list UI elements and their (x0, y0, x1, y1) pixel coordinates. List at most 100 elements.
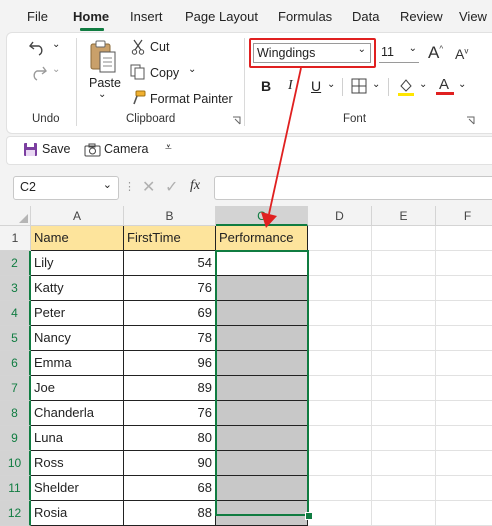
grid-cell[interactable] (372, 301, 436, 326)
redo-icon[interactable] (28, 63, 48, 81)
row-header[interactable]: 10 (0, 451, 31, 476)
cell-performance[interactable] (216, 476, 308, 501)
decrease-font-size-icon[interactable]: Av (455, 46, 468, 62)
grid-cell[interactable] (372, 501, 436, 526)
grid-cell[interactable] (308, 226, 372, 251)
cell-name[interactable]: Lily (31, 251, 124, 276)
row-header[interactable]: 8 (0, 401, 31, 426)
cell-firsttime[interactable]: 80 (124, 426, 216, 451)
camera-button[interactable]: Camera (104, 142, 148, 156)
grid-cell[interactable] (372, 351, 436, 376)
grid-cell[interactable] (308, 401, 372, 426)
undo-icon[interactable] (28, 38, 48, 56)
cell-firsttime[interactable]: 68 (124, 476, 216, 501)
underline-dropdown-icon[interactable]: ⌄ (327, 79, 335, 90)
grid-cell[interactable] (308, 251, 372, 276)
cell-performance[interactable] (216, 276, 308, 301)
name-box[interactable]: C2 ⌄ (13, 176, 119, 200)
tab-insert[interactable]: Insert (130, 9, 163, 24)
tab-formulas[interactable]: Formulas (278, 9, 332, 24)
grid-cell[interactable] (436, 276, 492, 301)
tab-data[interactable]: Data (352, 9, 379, 24)
cell-name[interactable]: Chanderla (31, 401, 124, 426)
cell-name[interactable]: Ross (31, 451, 124, 476)
cell-performance[interactable] (216, 251, 308, 276)
chevron-down-icon[interactable]: ⌄ (103, 178, 112, 191)
row-header[interactable]: 4 (0, 301, 31, 326)
cell-name[interactable]: Shelder (31, 476, 124, 501)
grid-cell[interactable] (308, 326, 372, 351)
grid-cell[interactable] (372, 401, 436, 426)
borders-icon[interactable] (351, 78, 367, 94)
enter-icon[interactable]: ✓ (165, 177, 178, 197)
cell-firsttime[interactable]: 78 (124, 326, 216, 351)
grid-cell[interactable] (308, 376, 372, 401)
save-button[interactable]: Save (42, 142, 71, 156)
column-header-e[interactable]: E (372, 206, 436, 226)
column-header-b[interactable]: B (124, 206, 216, 226)
grid-cell[interactable] (436, 251, 492, 276)
column-header-a[interactable]: A (31, 206, 124, 226)
cell-firsttime[interactable]: 89 (124, 376, 216, 401)
cell-firsttime[interactable]: 76 (124, 401, 216, 426)
grid-cell[interactable] (308, 501, 372, 526)
cell-name[interactable]: Luna (31, 426, 124, 451)
underline-button[interactable]: U (311, 78, 321, 94)
grid-cell[interactable] (436, 401, 492, 426)
grid-cell[interactable] (436, 451, 492, 476)
grid-cell[interactable] (308, 301, 372, 326)
paste-button[interactable]: Paste (89, 76, 121, 90)
column-header-d[interactable]: D (308, 206, 372, 226)
row-header[interactable]: 9 (0, 426, 31, 451)
copy-button[interactable]: Copy (150, 66, 179, 80)
cell-firsttime[interactable]: 88 (124, 501, 216, 526)
copy-dropdown-icon[interactable]: ⌄ (188, 64, 196, 75)
tab-file[interactable]: File (27, 9, 48, 24)
copy-icon[interactable] (130, 64, 146, 80)
cell-performance[interactable] (216, 451, 308, 476)
grid-cell[interactable] (436, 301, 492, 326)
save-icon[interactable] (23, 142, 38, 157)
cell-performance[interactable] (216, 401, 308, 426)
font-color-dropdown-icon[interactable]: ⌄ (458, 79, 466, 90)
fill-color-icon[interactable] (397, 77, 415, 97)
paste-icon[interactable] (88, 39, 118, 75)
tab-page-layout[interactable]: Page Layout (185, 9, 258, 24)
row-header[interactable]: 5 (0, 326, 31, 351)
row-header[interactable]: 6 (0, 351, 31, 376)
cell-name[interactable]: Peter (31, 301, 124, 326)
cell-name[interactable]: Rosia (31, 501, 124, 526)
cell-name[interactable]: Emma (31, 351, 124, 376)
dialog-launcher-icon[interactable] (466, 116, 475, 125)
chevron-down-icon[interactable]: ⌄ (358, 44, 366, 55)
grid-cell[interactable] (308, 351, 372, 376)
dialog-launcher-icon[interactable] (232, 116, 241, 125)
cell-firsttime[interactable]: 90 (124, 451, 216, 476)
fill-color-dropdown-icon[interactable]: ⌄ (419, 79, 427, 90)
cell-performance[interactable] (216, 376, 308, 401)
grid-cell[interactable] (308, 451, 372, 476)
grid-cell[interactable] (372, 426, 436, 451)
camera-icon[interactable] (84, 143, 101, 157)
grid-cell[interactable] (436, 501, 492, 526)
tab-home[interactable]: Home (73, 9, 109, 24)
grid-cell[interactable] (308, 276, 372, 301)
cut-button[interactable]: Cut (150, 40, 169, 54)
fill-handle[interactable] (305, 512, 313, 520)
cell-name[interactable]: Nancy (31, 326, 124, 351)
grid-cell[interactable] (372, 476, 436, 501)
grid-cell[interactable] (436, 326, 492, 351)
insert-function-button[interactable]: fx (190, 178, 200, 194)
header-name[interactable]: Name (31, 226, 124, 251)
scissors-icon[interactable] (131, 39, 145, 55)
grid-cell[interactable] (436, 476, 492, 501)
grid-cell[interactable] (372, 326, 436, 351)
select-all-button[interactable] (0, 206, 31, 226)
header-firsttime[interactable]: FirstTime (124, 226, 216, 251)
grid-cell[interactable] (308, 426, 372, 451)
row-header[interactable]: 1 (0, 226, 31, 251)
grid-cell[interactable] (372, 226, 436, 251)
customize-toolbar-icon[interactable]: ⩡ (165, 140, 172, 155)
font-name-combobox[interactable]: Wingdings ⌄ (253, 43, 371, 63)
undo-dropdown-icon[interactable]: ⌄ (52, 39, 60, 50)
